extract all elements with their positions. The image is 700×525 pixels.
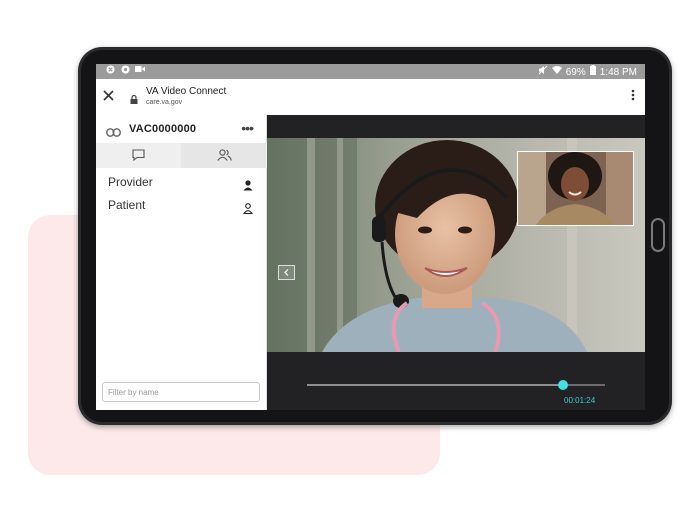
participant-list: Provider Patient [96,173,267,219]
more-options-icon[interactable] [631,89,635,101]
session-header: VAC0000000 ••• [96,115,267,143]
close-icon[interactable] [103,87,117,103]
person-filled-icon [243,178,253,191]
site-url: care.va.gov [146,99,183,106]
tablet-home-button [651,218,665,252]
site-title: VA Video Connect [146,86,227,97]
video-camera-icon [135,65,145,75]
status-bar: 69% 1:48 PM [96,64,645,79]
participant-name: Provider [108,175,153,189]
browser-toolbar: VA Video Connect care.va.gov [96,79,645,116]
battery-icon [589,65,596,79]
clock: 1:48 PM [599,66,637,78]
session-id: VAC0000000 [129,123,197,135]
session-more-button[interactable]: ••• [241,120,254,136]
wifi-icon [551,65,562,79]
participants-icon [217,149,232,161]
mute-icon [538,65,548,79]
settings-notification-icon [120,65,130,75]
notification-icon [105,65,115,75]
call-timeline[interactable] [307,380,605,390]
lock-icon [130,91,138,104]
person-outline-icon [242,201,254,215]
participant-name: Patient [108,198,146,212]
sidebar: VAC0000000 ••• Provider Patient [96,115,267,410]
video-area: 00:01:24 [267,115,645,410]
participant-row[interactable]: Provider [96,173,267,196]
patient-video-image [518,152,633,225]
battery-percent: 69% [565,66,586,78]
timeline-scrubber[interactable] [558,380,569,390]
elapsed-time: 00:01:24 [564,396,596,405]
tablet-screen: 69% 1:48 PM VA Video Connect care.va.gov… [96,64,645,410]
tab-chat[interactable] [96,143,181,168]
patient-video-pip[interactable] [517,151,634,226]
chevron-left-icon [284,269,289,276]
participant-row[interactable]: Patient [96,196,267,219]
timeline-progress [307,384,564,386]
filter-input[interactable] [102,382,260,402]
tab-participants[interactable] [181,143,266,168]
sidebar-tabs [96,143,267,168]
collapse-sidebar-button[interactable] [278,265,295,280]
link-icon[interactable] [106,124,121,137]
chat-icon [132,149,145,161]
